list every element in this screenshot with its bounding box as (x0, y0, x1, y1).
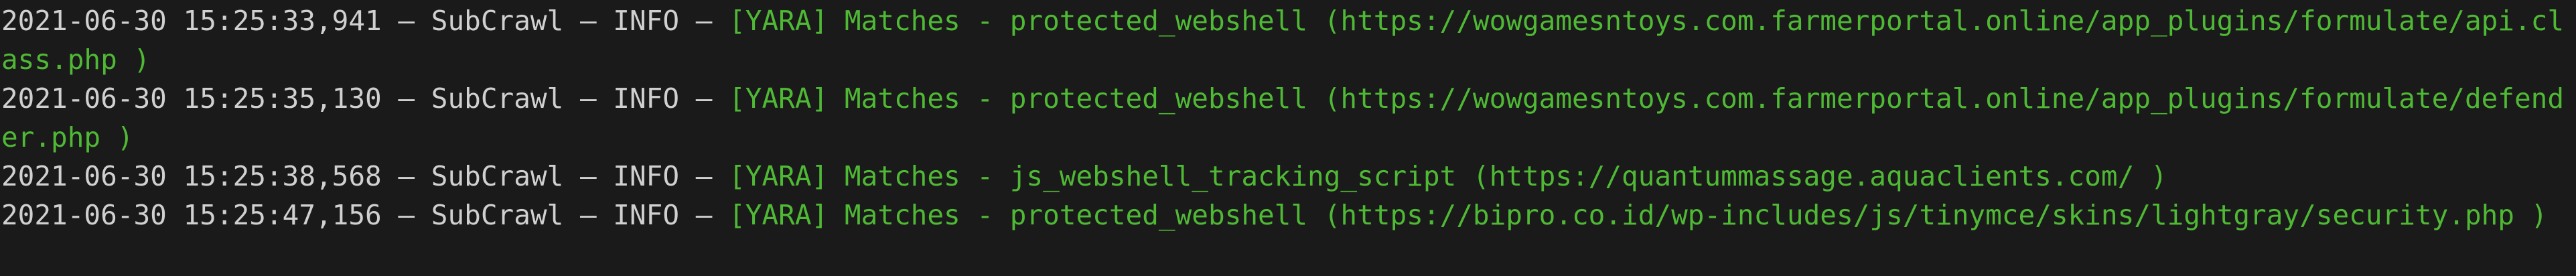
log-message: [YARA] Matches - js_webshell_tracking_sc… (729, 160, 2167, 192)
terminal-output[interactable]: 2021-06-30 15:25:33,941 – SubCrawl – INF… (0, 0, 2576, 276)
log-line: 2021-06-30 15:25:33,941 – SubCrawl – INF… (1, 1, 2576, 79)
log-prefix: 2021-06-30 15:25:35,130 – SubCrawl – INF… (1, 82, 729, 115)
log-message: [YARA] Matches - protected_webshell (htt… (729, 199, 2548, 231)
log-prefix: 2021-06-30 15:25:47,156 – SubCrawl – INF… (1, 199, 729, 231)
log-line: 2021-06-30 15:25:35,130 – SubCrawl – INF… (1, 79, 2576, 157)
log-prefix: 2021-06-30 15:25:33,941 – SubCrawl – INF… (1, 5, 729, 37)
log-prefix: 2021-06-30 15:25:38,568 – SubCrawl – INF… (1, 160, 729, 192)
log-line: 2021-06-30 15:25:47,156 – SubCrawl – INF… (1, 196, 2576, 234)
log-line: 2021-06-30 15:25:38,568 – SubCrawl – INF… (1, 157, 2576, 196)
